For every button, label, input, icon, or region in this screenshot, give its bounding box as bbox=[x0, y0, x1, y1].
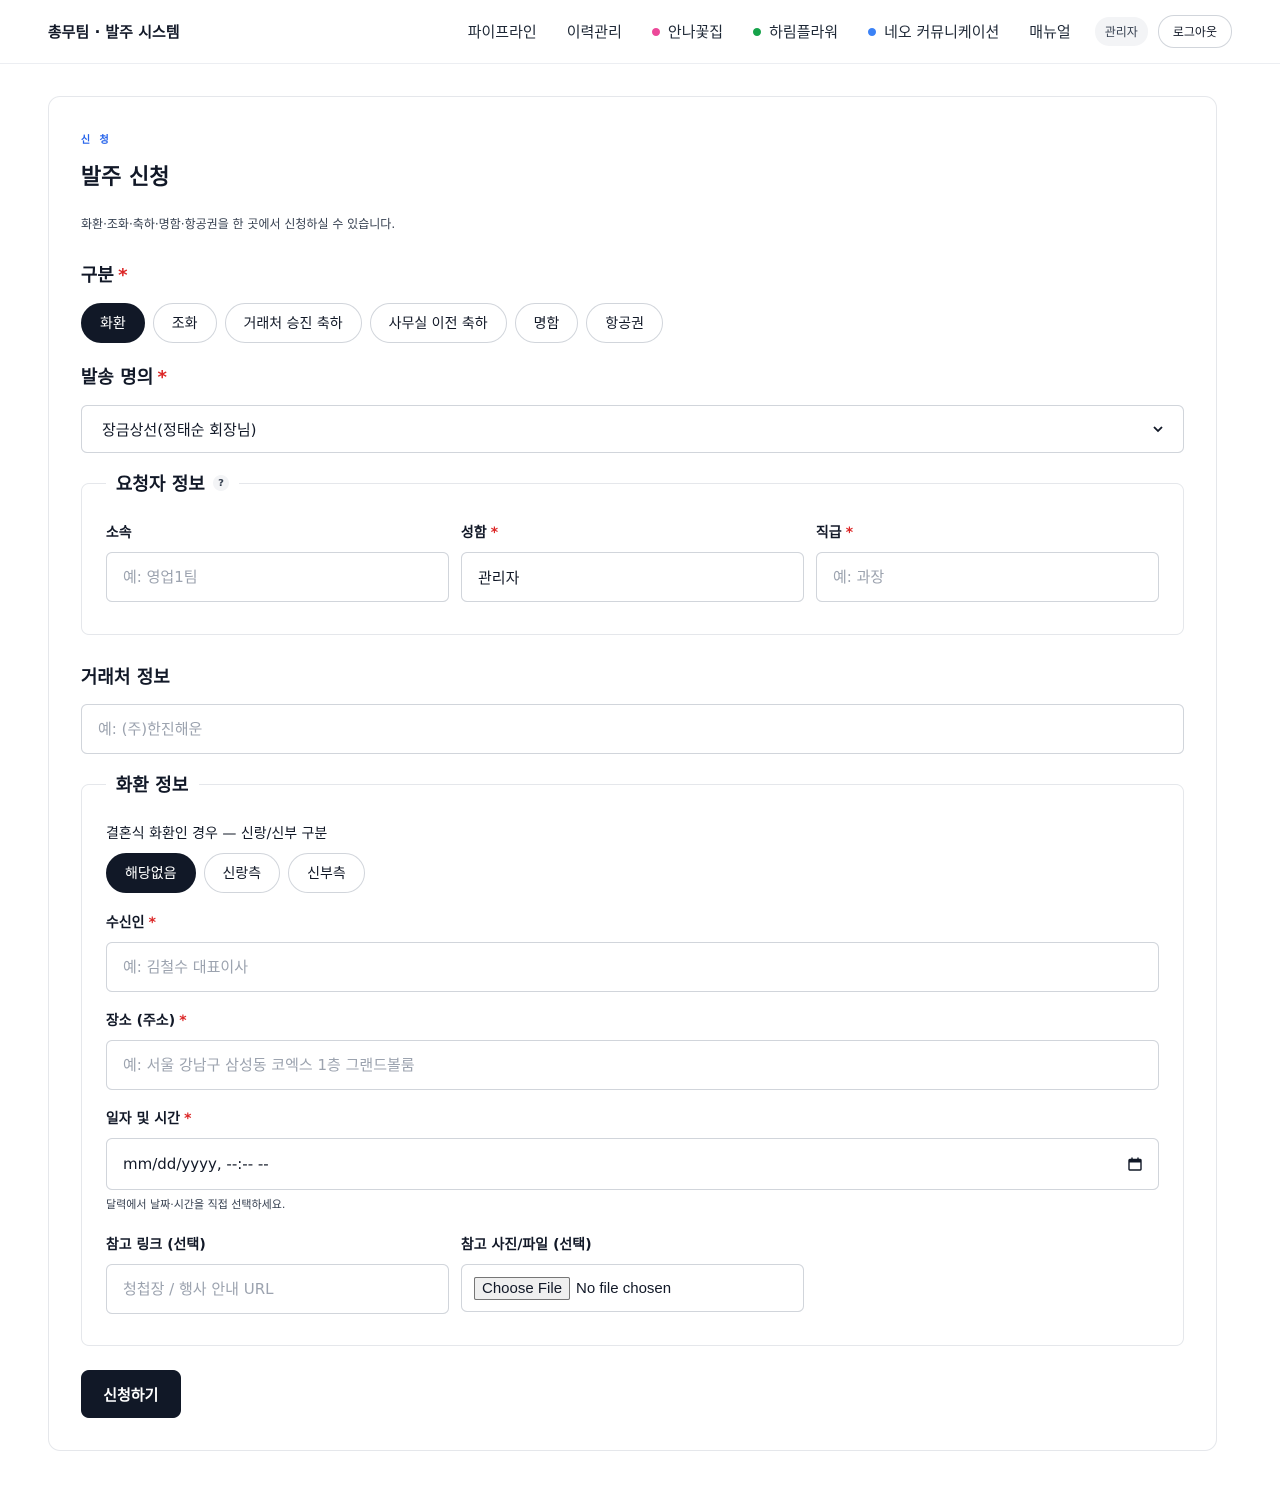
required-mark: * bbox=[184, 1111, 192, 1127]
nav-label: 네오 커뮤니케이션 bbox=[884, 23, 1000, 41]
required-mark: * bbox=[157, 367, 167, 388]
wreath-fieldset: 화환 정보 결혼식 화환인 경우 — 신랑/신부 구분 해당없음 신랑측 신부측… bbox=[81, 771, 1184, 1346]
required-mark: * bbox=[148, 915, 156, 931]
wreath-legend-text: 화환 정보 bbox=[116, 775, 189, 796]
user-role-badge: 관리자 bbox=[1094, 17, 1148, 46]
rank-label: 직급 * bbox=[816, 522, 853, 542]
logout-button[interactable]: 로그아웃 bbox=[1157, 15, 1232, 48]
sender-select[interactable]: 장금상선(정태순 회장님) bbox=[81, 405, 1184, 453]
category-option-condolence-wreath[interactable]: 조화 bbox=[152, 303, 217, 343]
file-status: No file chosen bbox=[576, 1279, 672, 1297]
wedding-option-bride[interactable]: 신부측 bbox=[288, 853, 365, 893]
nav-history[interactable]: 이력관리 bbox=[567, 21, 622, 42]
requester-legend: 요청자 정보 ? bbox=[106, 470, 240, 496]
nav-anna-flower[interactable]: 안나꽃집 bbox=[651, 21, 724, 42]
nav-pipeline[interactable]: 파이프라인 bbox=[468, 21, 537, 42]
vendor-dot-icon bbox=[753, 27, 762, 36]
nav-label: 파이프라인 bbox=[467, 23, 537, 41]
datetime-label: 일자 및 시간 * bbox=[106, 1108, 191, 1128]
dept-label: 소속 bbox=[106, 522, 132, 542]
required-mark: * bbox=[179, 1013, 187, 1029]
nav-harim-flower[interactable]: 하림플라워 bbox=[753, 21, 838, 42]
sender-selected-value: 장금상선(정태순 회장님) bbox=[102, 420, 257, 439]
wedding-side-label: 결혼식 화환인 경우 — 신랑/신부 구분 bbox=[106, 826, 328, 842]
name-input[interactable] bbox=[461, 552, 804, 602]
link-label: 참고 링크 (선택) bbox=[106, 1237, 206, 1253]
nav-label: 안나꽃집 bbox=[667, 23, 724, 41]
recipient-label-text: 수신인 bbox=[106, 915, 145, 931]
nav-label: 이력관리 bbox=[566, 23, 622, 41]
nav-label: 하림플라워 bbox=[769, 23, 839, 41]
category-option-office-move-congrats[interactable]: 사무실 이전 축하 bbox=[369, 303, 507, 343]
rank-input[interactable] bbox=[816, 552, 1159, 602]
recipient-input[interactable] bbox=[106, 942, 1159, 992]
file-label: 참고 사진/파일 (선택) bbox=[461, 1237, 592, 1253]
chevron-down-icon bbox=[1153, 426, 1163, 433]
reference-link-input[interactable] bbox=[106, 1264, 449, 1314]
datetime-input[interactable]: mm/dd/yyyy, --:-- -- bbox=[106, 1138, 1159, 1190]
top-navbar: 총무팀 · 발주 시스템 파이프라인 이력관리 안나꽃집 하림플라워 네오 커뮤… bbox=[0, 0, 1280, 64]
required-mark: * bbox=[118, 265, 128, 286]
wedding-side-options: 해당없음 신랑측 신부측 bbox=[106, 853, 365, 893]
order-form-card: 신 청 발주 신청 화환·조화·축하·명함·항공권을 한 곳에서 신청하실 수 … bbox=[48, 96, 1217, 1451]
place-label: 장소 (주소) * bbox=[106, 1010, 187, 1030]
place-label-text: 장소 (주소) bbox=[106, 1013, 176, 1029]
sender-label-text: 발송 명의 bbox=[81, 367, 154, 388]
datetime-hint: 달력에서 날짜·시간을 직접 선택하세요. bbox=[106, 1198, 286, 1211]
category-option-promotion-congrats[interactable]: 거래처 승진 축하 bbox=[224, 303, 362, 343]
category-option-wreath[interactable]: 화환 bbox=[81, 303, 145, 343]
category-options: 화환 조화 거래처 승진 축하 사무실 이전 축하 명함 항공권 bbox=[81, 303, 664, 343]
dept-input[interactable] bbox=[106, 552, 449, 602]
required-mark: * bbox=[490, 525, 499, 541]
place-input[interactable] bbox=[106, 1040, 1159, 1090]
page-title: 발주 신청 bbox=[81, 165, 170, 190]
category-option-airline-ticket[interactable]: 항공권 bbox=[586, 303, 664, 343]
wreath-legend: 화환 정보 bbox=[106, 771, 199, 797]
vendor-dot-icon bbox=[651, 27, 660, 36]
datetime-label-text: 일자 및 시간 bbox=[106, 1111, 181, 1127]
help-icon[interactable]: ? bbox=[213, 475, 230, 491]
submit-button[interactable]: 신청하기 bbox=[81, 1370, 181, 1418]
category-label-text: 구분 bbox=[81, 265, 115, 286]
name-label-text: 성함 bbox=[461, 525, 487, 541]
client-input[interactable] bbox=[81, 704, 1184, 754]
brand-title: 총무팀 · 발주 시스템 bbox=[48, 23, 180, 41]
recipient-label: 수신인 * bbox=[106, 912, 156, 932]
vendor-dot-icon bbox=[868, 27, 877, 36]
category-option-business-card[interactable]: 명함 bbox=[514, 303, 579, 343]
nav-label: 매뉴얼 bbox=[1029, 23, 1071, 41]
calendar-icon[interactable] bbox=[1128, 1157, 1142, 1171]
nav-neo-communication[interactable]: 네오 커뮤니케이션 bbox=[868, 21, 999, 42]
page-subtitle: 화환·조화·축하·명함·항공권을 한 곳에서 신청하실 수 있습니다. bbox=[81, 217, 396, 231]
dept-label-text: 소속 bbox=[106, 525, 132, 541]
requester-fieldset: 요청자 정보 ? 소속 성함* 직급* bbox=[81, 470, 1184, 635]
wedding-option-none[interactable]: 해당없음 bbox=[106, 853, 196, 893]
section-eyebrow: 신 청 bbox=[81, 135, 112, 146]
name-label: 성함 * bbox=[461, 522, 498, 542]
required-mark: * bbox=[845, 525, 854, 541]
rank-label-text: 직급 bbox=[816, 525, 842, 541]
sender-label: 발송 명의 * bbox=[81, 363, 167, 389]
client-label: 거래처 정보 bbox=[81, 667, 171, 688]
category-label: 구분 * bbox=[81, 261, 128, 287]
nav-manual[interactable]: 매뉴얼 bbox=[1029, 21, 1070, 42]
wedding-option-groom[interactable]: 신랑측 bbox=[203, 853, 281, 893]
datetime-value: mm/dd/yyyy, --:-- -- bbox=[123, 1155, 269, 1173]
file-input[interactable]: Choose File No file chosen bbox=[461, 1264, 804, 1312]
requester-legend-text: 요청자 정보 bbox=[116, 474, 206, 495]
main-nav: 파이프라인 이력관리 안나꽃집 하림플라워 네오 커뮤니케이션 매뉴얼 관리자 … bbox=[468, 15, 1232, 48]
choose-file-button[interactable]: Choose File bbox=[474, 1276, 571, 1300]
